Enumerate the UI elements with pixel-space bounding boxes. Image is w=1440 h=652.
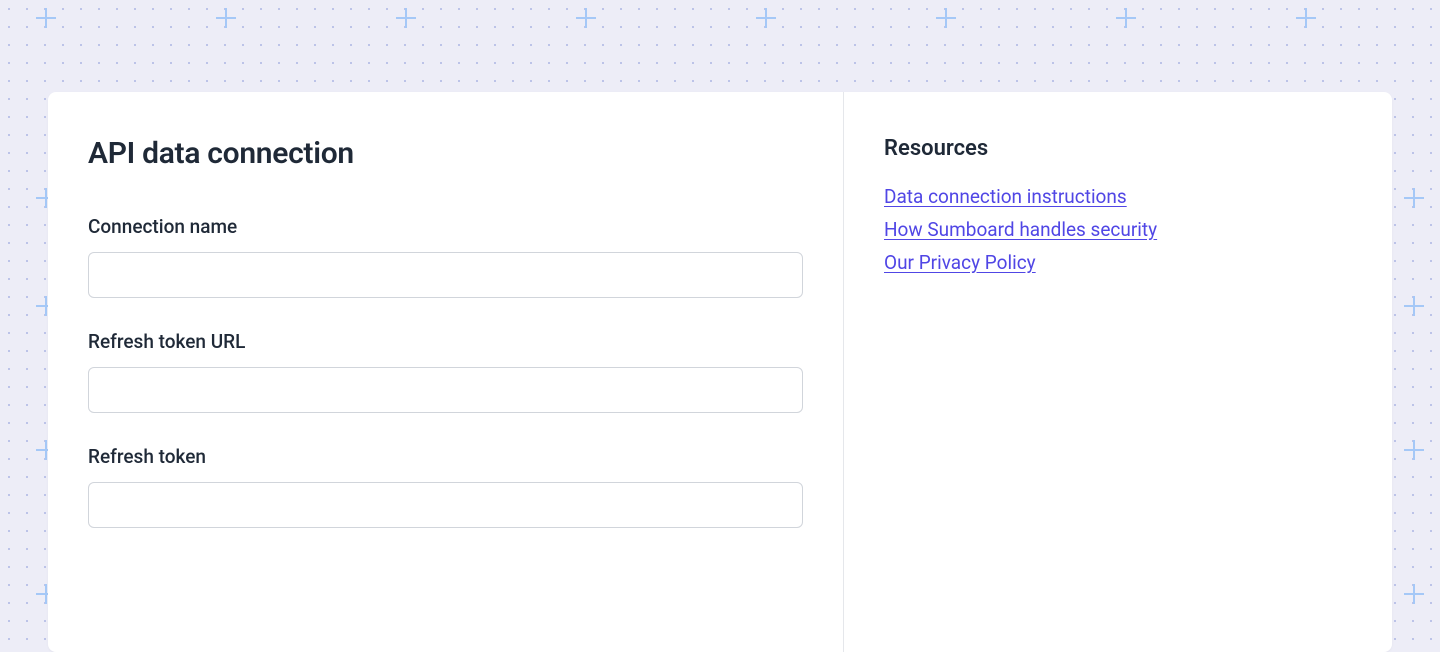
form-group-refresh-token-url: Refresh token URL bbox=[88, 330, 803, 413]
refresh-token-label: Refresh token bbox=[88, 445, 803, 468]
connection-name-input[interactable] bbox=[88, 252, 803, 298]
resource-link-security[interactable]: How Sumboard handles security bbox=[884, 218, 1157, 241]
refresh-token-input[interactable] bbox=[88, 482, 803, 528]
resource-link-instructions[interactable]: Data connection instructions bbox=[884, 185, 1127, 208]
page-title: API data connection bbox=[88, 136, 803, 171]
resources-panel: Resources Data connection instructions H… bbox=[844, 92, 1392, 652]
resource-link-privacy[interactable]: Our Privacy Policy bbox=[884, 251, 1036, 274]
refresh-token-url-input[interactable] bbox=[88, 367, 803, 413]
form-group-refresh-token: Refresh token bbox=[88, 445, 803, 528]
resources-title: Resources bbox=[884, 136, 1352, 161]
refresh-token-url-label: Refresh token URL bbox=[88, 330, 803, 353]
settings-card: API data connection Connection name Refr… bbox=[48, 92, 1392, 652]
main-panel: API data connection Connection name Refr… bbox=[48, 92, 844, 652]
resources-list: Data connection instructions How Sumboar… bbox=[884, 185, 1352, 274]
connection-name-label: Connection name bbox=[88, 215, 803, 238]
form-group-connection-name: Connection name bbox=[88, 215, 803, 298]
